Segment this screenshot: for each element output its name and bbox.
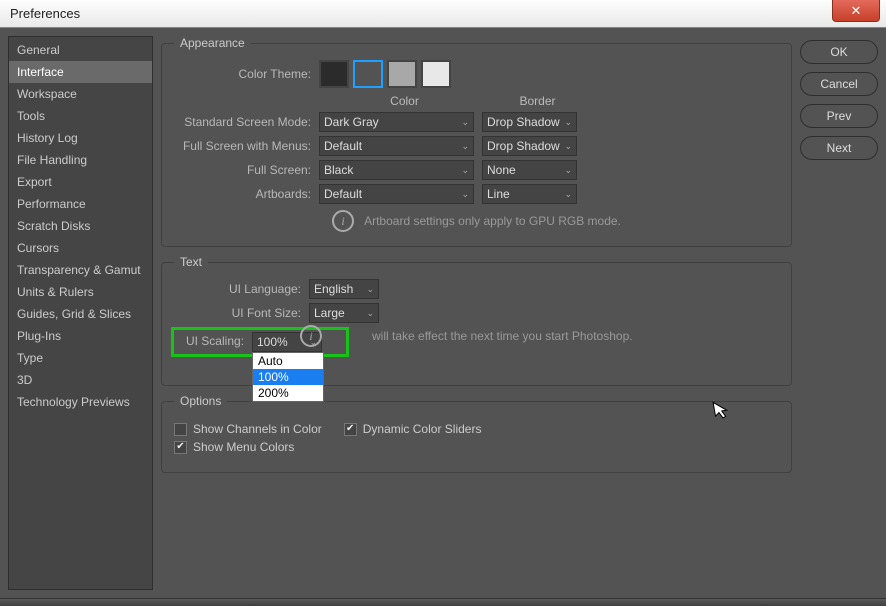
options-group: Options Show Channels in Color Dynamic C…: [161, 394, 792, 473]
theme-swatch-light[interactable]: [421, 60, 451, 88]
info-icon: i: [300, 325, 322, 347]
color-select[interactable]: Default⌄: [319, 184, 474, 204]
sidebar-item-performance[interactable]: Performance: [9, 193, 152, 215]
border-select[interactable]: None⌄: [482, 160, 577, 180]
titlebar: Preferences ✕: [0, 0, 886, 28]
dynamic-sliders-checkbox[interactable]: Dynamic Color Sliders: [344, 422, 482, 436]
chevron-down-icon: ⌄: [366, 284, 374, 295]
theme-swatch-medium-light[interactable]: [387, 60, 417, 88]
close-icon: ✕: [851, 3, 862, 19]
border-select[interactable]: Drop Shadow⌄: [482, 136, 577, 156]
appearance-group: Appearance Color Theme: Color Border Sta…: [161, 36, 792, 247]
prev-button[interactable]: Prev: [800, 104, 878, 128]
chevron-down-icon: ⌄: [461, 117, 469, 128]
scaling-option[interactable]: Auto: [253, 353, 323, 369]
theme-swatch-medium-dark[interactable]: [353, 60, 383, 88]
border-column-header: Border: [490, 94, 585, 108]
scaling-option[interactable]: 100%: [253, 369, 323, 385]
color-select[interactable]: Default⌄: [319, 136, 474, 156]
chevron-down-icon: ⌄: [564, 189, 572, 200]
sidebar-item-technology-previews[interactable]: Technology Previews: [9, 391, 152, 413]
border-select[interactable]: Drop Shadow⌄: [482, 112, 577, 132]
options-legend: Options: [174, 394, 227, 408]
sidebar-item-export[interactable]: Export: [9, 171, 152, 193]
scaling-option[interactable]: 200%: [253, 385, 323, 401]
sidebar-item-general[interactable]: General: [9, 39, 152, 61]
text-info-text: will take effect the next time you start…: [372, 329, 633, 343]
sidebar-item-cursors[interactable]: Cursors: [9, 237, 152, 259]
window-title: Preferences: [10, 6, 80, 21]
checkbox-icon: [174, 441, 187, 454]
chevron-down-icon: ⌄: [564, 165, 572, 176]
ui-scaling-highlight: UI Scaling: 100%⌄ Auto100%200%: [171, 327, 349, 357]
sidebar-item-guides-grid-slices[interactable]: Guides, Grid & Slices: [9, 303, 152, 325]
ui-fontsize-select[interactable]: Large⌄: [309, 303, 379, 323]
ui-language-label: UI Language:: [174, 282, 309, 296]
appearance-row-label: Standard Screen Mode:: [174, 115, 319, 129]
sidebar: GeneralInterfaceWorkspaceToolsHistory Lo…: [8, 36, 153, 590]
ui-language-select[interactable]: English⌄: [309, 279, 379, 299]
chevron-down-icon: ⌄: [564, 141, 572, 152]
close-button[interactable]: ✕: [832, 0, 880, 22]
sidebar-item-3d[interactable]: 3D: [9, 369, 152, 391]
checkbox-icon: [174, 423, 187, 436]
sidebar-item-type[interactable]: Type: [9, 347, 152, 369]
appearance-legend: Appearance: [174, 36, 251, 50]
sidebar-item-tools[interactable]: Tools: [9, 105, 152, 127]
appearance-row-label: Artboards:: [174, 187, 319, 201]
ui-scaling-label: UI Scaling:: [176, 332, 252, 352]
appearance-info-text: Artboard settings only apply to GPU RGB …: [364, 214, 621, 228]
ui-fontsize-label: UI Font Size:: [174, 306, 309, 320]
sidebar-item-workspace[interactable]: Workspace: [9, 83, 152, 105]
chevron-down-icon: ⌄: [461, 165, 469, 176]
info-icon: i: [332, 210, 354, 232]
theme-swatch-dark[interactable]: [319, 60, 349, 88]
chevron-down-icon: ⌄: [461, 189, 469, 200]
border-select[interactable]: Line⌄: [482, 184, 577, 204]
text-group: Text UI Language: English⌄ UI Font Size:…: [161, 255, 792, 386]
text-legend: Text: [174, 255, 208, 269]
appearance-row-label: Full Screen:: [174, 163, 319, 177]
sidebar-item-scratch-disks[interactable]: Scratch Disks: [9, 215, 152, 237]
sidebar-item-transparency-gamut[interactable]: Transparency & Gamut: [9, 259, 152, 281]
chevron-down-icon: ⌄: [366, 308, 374, 319]
sidebar-item-file-handling[interactable]: File Handling: [9, 149, 152, 171]
sidebar-item-interface[interactable]: Interface: [9, 61, 152, 83]
sidebar-item-plug-ins[interactable]: Plug-Ins: [9, 325, 152, 347]
color-theme-swatches: [319, 60, 451, 88]
sidebar-item-units-rulers[interactable]: Units & Rulers: [9, 281, 152, 303]
show-channels-checkbox[interactable]: Show Channels in Color: [174, 422, 322, 436]
ok-button[interactable]: OK: [800, 40, 878, 64]
color-column-header: Color: [327, 94, 482, 108]
chevron-down-icon: ⌄: [564, 117, 572, 128]
sidebar-item-history-log[interactable]: History Log: [9, 127, 152, 149]
window-footer: [0, 598, 886, 606]
color-theme-label: Color Theme:: [174, 67, 319, 81]
ui-scaling-dropdown: Auto100%200%: [252, 352, 324, 402]
next-button[interactable]: Next: [800, 136, 878, 160]
chevron-down-icon: ⌄: [461, 141, 469, 152]
color-select[interactable]: Black⌄: [319, 160, 474, 180]
checkbox-icon: [344, 423, 357, 436]
show-menu-colors-checkbox[interactable]: Show Menu Colors: [174, 440, 294, 454]
color-select[interactable]: Dark Gray⌄: [319, 112, 474, 132]
appearance-row-label: Full Screen with Menus:: [174, 139, 319, 153]
cancel-button[interactable]: Cancel: [800, 72, 878, 96]
